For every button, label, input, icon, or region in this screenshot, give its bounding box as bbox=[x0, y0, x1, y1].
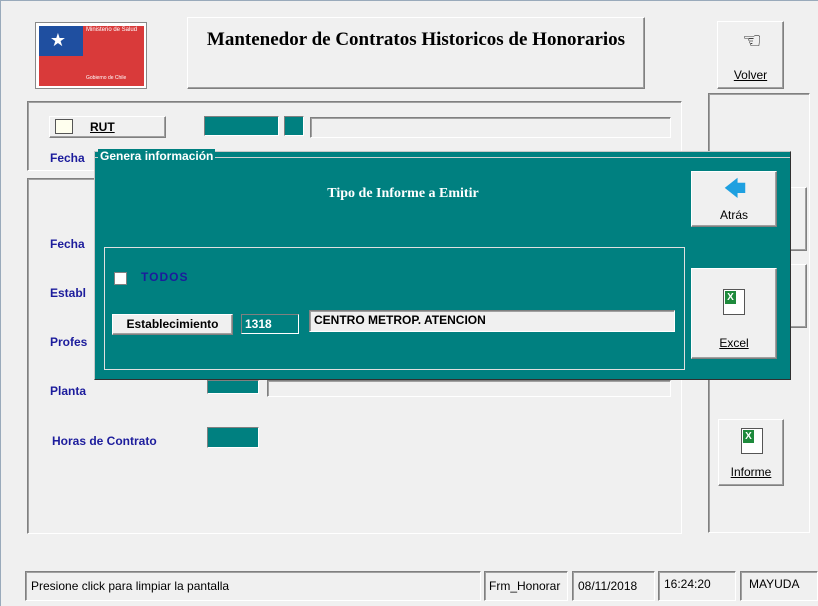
informe-button[interactable]: X Informe bbox=[718, 419, 784, 486]
dialog-heading: Tipo de Informe a Emitir bbox=[327, 186, 479, 201]
establecimiento-code-value: 1318 bbox=[245, 317, 272, 331]
status-date: 08/11/2018 bbox=[572, 571, 655, 601]
excel-icon: X bbox=[741, 428, 763, 454]
establecimiento-button[interactable]: Establecimiento bbox=[112, 314, 233, 335]
rut-button-label: RUT bbox=[90, 120, 115, 134]
pointing-hand-icon: ☜ bbox=[742, 28, 762, 53]
excel-label: Excel bbox=[719, 336, 749, 350]
main-window: ★ Ministerio de Salud Gobierno de Chile … bbox=[0, 0, 818, 606]
search-doc-icon bbox=[55, 119, 73, 134]
fecha-label-2: Fecha bbox=[50, 237, 85, 251]
establ-label: Establ bbox=[50, 286, 87, 300]
right-panel-button-1[interactable] bbox=[789, 187, 807, 251]
logo-text: Ministerio de Salud bbox=[86, 27, 138, 33]
planta-label: Planta bbox=[50, 384, 87, 398]
planta-code-field[interactable] bbox=[207, 380, 259, 394]
rut-number-field[interactable] bbox=[204, 116, 279, 136]
dialog-inner-group bbox=[104, 247, 685, 370]
page-title: Mantenedor de Contratos Historicos de Ho… bbox=[187, 17, 645, 89]
volver-button[interactable]: ☜ Volver bbox=[717, 21, 784, 89]
establecimiento-name-field[interactable]: CENTRO METROP. ATENCION bbox=[309, 310, 675, 332]
excel-icon: X bbox=[723, 289, 745, 315]
horas-contrato-field[interactable] bbox=[207, 427, 259, 448]
genera-informacion-dialog: Genera información Tipo de Informe a Emi… bbox=[94, 149, 791, 380]
todos-checkbox[interactable] bbox=[114, 272, 127, 285]
informe-label: Informe bbox=[730, 465, 772, 479]
rut-dv-field[interactable] bbox=[284, 116, 304, 136]
profes-label: Profes bbox=[50, 335, 88, 349]
dialog-title: Genera información bbox=[98, 149, 216, 163]
logo-subtext: Gobierno de Chile bbox=[86, 75, 127, 81]
todos-label: TODOS bbox=[141, 270, 189, 284]
fecha-label-1: Fecha bbox=[50, 151, 85, 165]
horas-contrato-label: Horas de Contrato bbox=[52, 434, 157, 448]
rut-name-field[interactable] bbox=[310, 117, 671, 138]
atras-button[interactable]: 🡄 Atrás bbox=[691, 171, 777, 227]
establecimiento-button-label: Establecimiento bbox=[126, 317, 219, 331]
planta-name-field[interactable] bbox=[267, 380, 671, 397]
establecimiento-name-value: CENTRO METROP. ATENCION bbox=[314, 313, 486, 327]
arrow-left-icon: 🡄 bbox=[723, 176, 747, 201]
status-caps: MAYUDA bbox=[740, 571, 818, 601]
volver-label: Volver bbox=[733, 68, 768, 82]
ministry-logo: ★ Ministerio de Salud Gobierno de Chile bbox=[35, 22, 147, 89]
excel-button[interactable]: X Excel bbox=[691, 268, 777, 359]
atras-label: Atrás bbox=[719, 208, 748, 222]
establecimiento-code-field[interactable]: 1318 bbox=[241, 314, 299, 334]
status-form-name: Frm_Honorar bbox=[484, 571, 568, 601]
right-panel-button-2[interactable] bbox=[789, 264, 807, 328]
rut-button[interactable]: RUT bbox=[49, 116, 166, 138]
status-message: Presione click para limpiar la pantalla bbox=[25, 571, 481, 601]
status-time: 16:24:20 bbox=[658, 571, 736, 601]
